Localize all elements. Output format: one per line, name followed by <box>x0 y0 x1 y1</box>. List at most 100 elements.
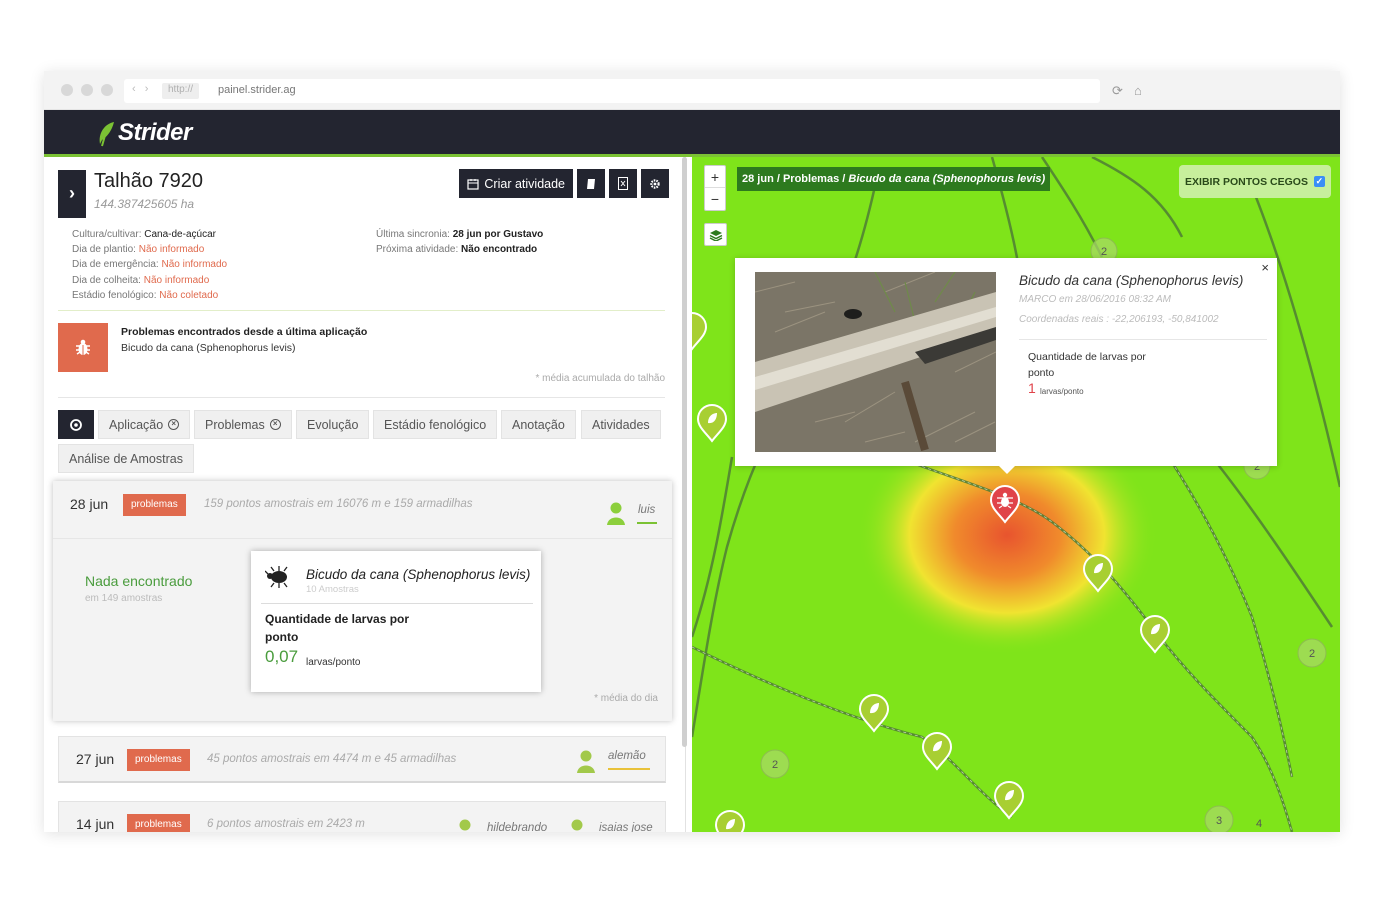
address-bar[interactable]: ‹ › http:// painel.strider.ag <box>124 79 1100 103</box>
gear-icon <box>650 178 660 189</box>
quantity-unit: larvas/ponto <box>306 657 361 668</box>
popup-quantity-value: 1 <box>1028 380 1036 396</box>
excel-file-icon <box>618 177 628 190</box>
home-icon[interactable]: ⌂ <box>1134 83 1142 98</box>
tab-anotacao[interactable]: Anotação <box>501 410 576 439</box>
cluster-count[interactable]: 2 <box>1101 246 1107 258</box>
circle-toggle-icon <box>70 418 82 431</box>
avatar <box>577 750 595 773</box>
field-panel: › Talhão 7920 144.387425605 ha Criar ati… <box>44 157 686 832</box>
info-stage: Estádio fenológico: Não coletado <box>72 289 219 301</box>
browser-chrome: ‹ › http:// painel.strider.ag ⟳ ⌂ <box>44 71 1340 110</box>
tab-aplicacao[interactable]: Aplicação × <box>98 410 191 439</box>
bug-alert-icon <box>58 323 108 372</box>
divider <box>58 397 665 398</box>
tab-toggle-all[interactable] <box>58 410 94 439</box>
nothing-found-label: Nada encontrado <box>85 573 193 589</box>
blind-spots-label: EXIBIR PONTOS CEGOS <box>1185 175 1308 188</box>
day-date: 28 jun <box>70 496 109 512</box>
divider <box>58 310 665 311</box>
pest-samples: 10 Amostras <box>306 584 359 595</box>
app-header: Strider <box>44 110 1340 157</box>
reload-icon[interactable]: ⟳ <box>1112 83 1123 99</box>
collapse-panel-button[interactable]: › <box>58 170 86 218</box>
avatar <box>459 819 471 831</box>
browser-window: ‹ › http:// painel.strider.ag ⟳ ⌂ Stride… <box>44 71 1340 832</box>
pest-photo[interactable] <box>755 272 996 452</box>
zoom-out-button[interactable]: − <box>705 188 725 210</box>
status-badge: problemas <box>123 494 186 516</box>
user-color-line <box>608 768 650 770</box>
day-card-expanded[interactable]: 28 jun problemas 159 pontos amostrais em… <box>53 481 672 721</box>
popup-quantity-label: Quantidade de larvas por ponto <box>1028 351 1146 379</box>
tab-analise-amostras[interactable]: Análise de Amostras <box>58 444 194 473</box>
back-forward-icons[interactable]: ‹ › <box>132 83 151 95</box>
cluster-count[interactable]: 4 <box>1256 818 1262 830</box>
day-row[interactable]: 27 jun problemas 45 pontos amostrais em … <box>58 736 666 783</box>
zoom-in-button[interactable]: + <box>705 166 725 188</box>
app-logo[interactable]: Strider <box>118 119 192 147</box>
export-excel-button[interactable] <box>609 169 637 198</box>
avatar <box>571 819 583 831</box>
day-body: Nada encontrado em 149 amostras Bicudo d… <box>53 539 672 721</box>
field-area: 144.387425605 ha <box>94 197 195 211</box>
close-icon[interactable]: × <box>1261 260 1269 275</box>
cluster-count[interactable]: 2 <box>772 759 778 771</box>
create-activity-label: Criar atividade <box>484 176 565 191</box>
blind-spots-toggle[interactable]: EXIBIR PONTOS CEGOS ✓ <box>1179 165 1331 198</box>
cluster-count[interactable]: 3 <box>1216 815 1222 827</box>
cluster-count[interactable]: 2 <box>1309 648 1315 660</box>
calendar-icon <box>467 178 480 190</box>
day-date: 27 jun <box>76 751 115 767</box>
quantity-value: 0,07 <box>265 647 299 666</box>
popup-pest-name: Bicudo da cana (Sphenophorus levis) <box>1019 273 1244 288</box>
book-button[interactable] <box>577 169 605 198</box>
zoom-control: + − <box>704 165 726 211</box>
field-actions: Criar atividade <box>459 169 669 198</box>
field-info-left: Cultura/cultivar: Cana-de-açúcar Dia de … <box>72 227 227 303</box>
problems-title: Problemas encontrados desde a última apl… <box>121 326 368 338</box>
popup-coordinates: Coordenadas reais : -22,206193, -50,8410… <box>1019 314 1219 325</box>
map-view[interactable]: 2 2 2 2 3 4 + − 28 jun / Problemas / Bic… <box>692 157 1340 832</box>
panel-scrollbar[interactable] <box>682 157 687 747</box>
pest-card[interactable]: Bicudo da cana (Sphenophorus levis) 10 A… <box>251 551 541 692</box>
status-badge: problemas <box>127 814 190 832</box>
remove-filter-icon[interactable]: × <box>168 419 180 430</box>
user-name: hildebrando <box>487 822 548 832</box>
info-harvest: Dia de colheita: Não informado <box>72 274 210 286</box>
user-color-line <box>637 522 657 524</box>
day-header[interactable]: 28 jun problemas 159 pontos amostrais em… <box>53 481 672 539</box>
day-date: 14 jun <box>76 816 115 832</box>
checkbox-checked-icon[interactable]: ✓ <box>1313 176 1325 187</box>
popup-tail <box>998 465 1016 474</box>
layers-button[interactable] <box>704 223 727 246</box>
info-planting: Dia de plantio: Não informado <box>72 244 205 256</box>
tab-problemas[interactable]: Problemas × <box>194 410 292 439</box>
tab-evolucao[interactable]: Evolução <box>296 410 370 439</box>
problems-item[interactable]: Bicudo da cana (Sphenophorus levis) <box>121 342 296 354</box>
create-activity-button[interactable]: Criar atividade <box>459 169 573 198</box>
info-crop: Cultura/cultivar: Cana-de-açúcar <box>72 229 216 240</box>
day-row[interactable]: 14 jun problemas 6 pontos amostrais em 2… <box>58 801 666 832</box>
remove-filter-icon[interactable]: × <box>269 419 281 430</box>
tab-atividades[interactable]: Atividades <box>581 410 661 439</box>
tab-estadio-fenologico[interactable]: Estádio fenológico <box>373 410 498 439</box>
window-maximize-dot[interactable] <box>101 84 113 96</box>
nothing-found-sub: em 149 amostras <box>85 593 163 604</box>
window-close-dot[interactable] <box>61 84 73 96</box>
avatar <box>607 502 625 525</box>
url-text[interactable]: painel.strider.ag <box>218 84 296 96</box>
book-icon <box>587 178 595 189</box>
map-breadcrumb: 28 jun / Problemas / Bicudo da cana (Sph… <box>737 167 1051 191</box>
protocol-label: http:// <box>162 83 200 99</box>
window-minimize-dot[interactable] <box>81 84 93 96</box>
map-point-popup: × Bicudo da cana (Sphenophorus levis) MA… <box>735 258 1277 474</box>
quantity-label: Quantidade de larvas por ponto <box>265 612 410 644</box>
info-next-activity: Próxima atividade: Não encontrado <box>376 244 538 256</box>
popup-quantity-unit: larvas/ponto <box>1040 387 1084 396</box>
day-average-note: * média do dia <box>594 693 658 704</box>
field-info-right: Última sincronia: 28 jun por Gustavo Pró… <box>376 227 543 257</box>
settings-button[interactable] <box>641 169 669 198</box>
status-badge: problemas <box>127 749 190 771</box>
user-name: isaias jose <box>599 822 653 832</box>
